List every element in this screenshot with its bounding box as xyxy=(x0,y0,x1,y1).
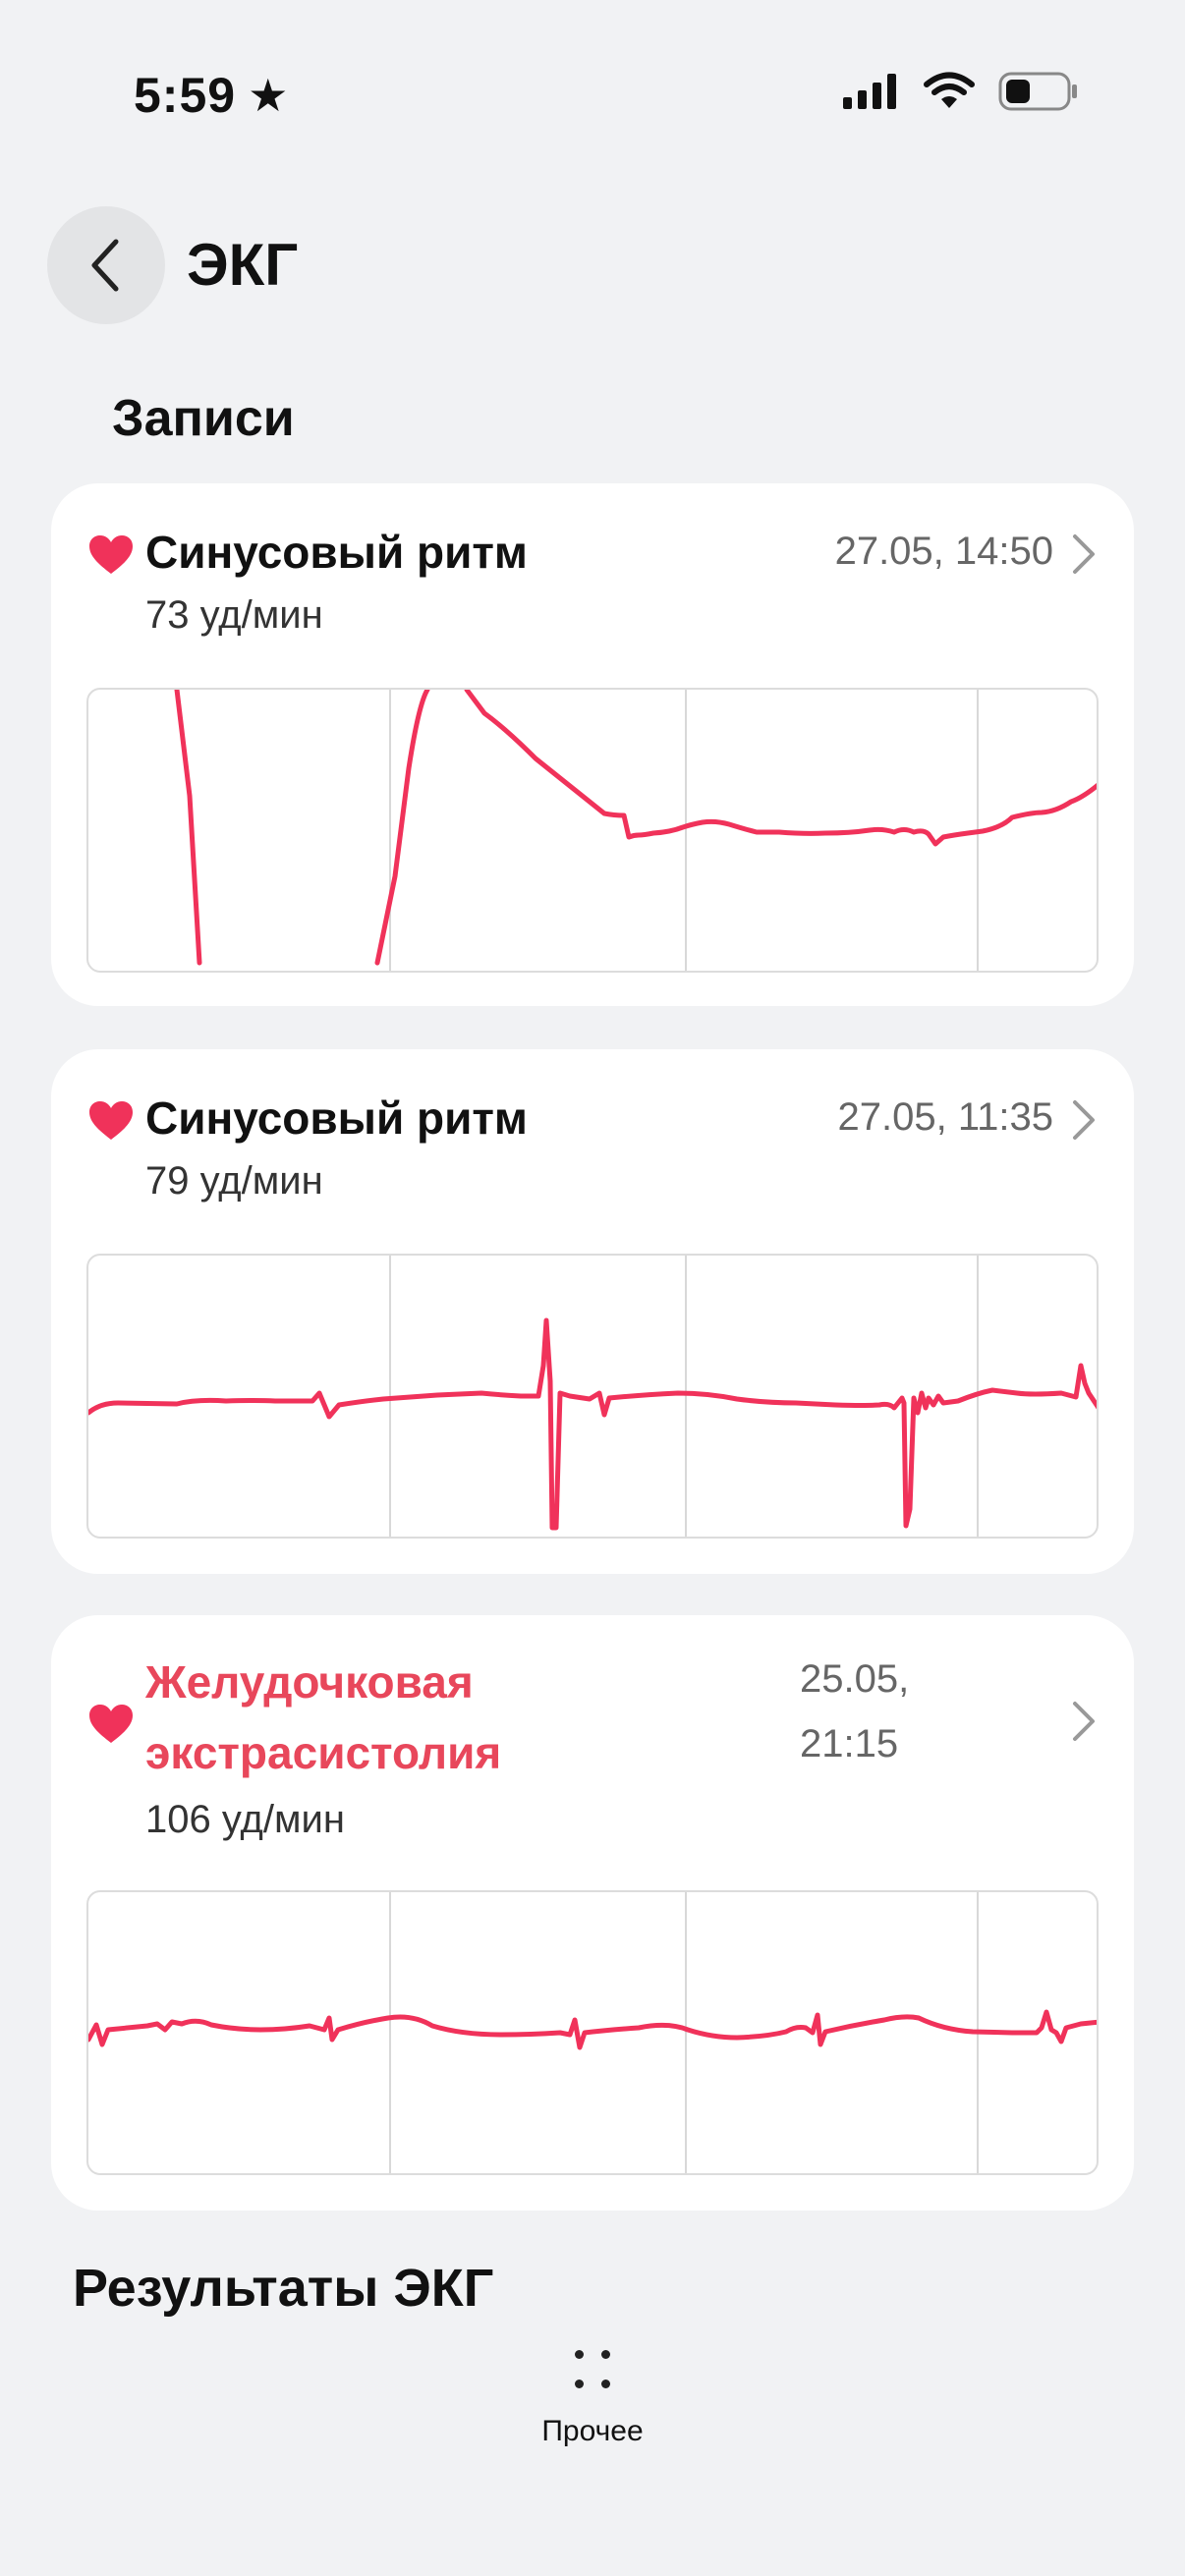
records-section-title: Записи xyxy=(112,390,295,447)
battery-icon xyxy=(998,72,1077,111)
results-section-title: Результаты ЭКГ xyxy=(73,2259,494,2318)
ecg-waveform xyxy=(88,1892,1097,2173)
status-icons xyxy=(841,71,1079,112)
other-button[interactable]: Прочее xyxy=(494,2338,691,2448)
record-status: Синусовый ритм xyxy=(145,527,528,578)
chevron-right-icon xyxy=(1073,1100,1095,1140)
star-icon: ★ xyxy=(248,70,290,121)
record-heart-rate: 79 уд/мин xyxy=(145,1159,323,1203)
chevron-right-icon xyxy=(1073,1702,1095,1741)
signal-icon xyxy=(843,74,896,109)
wifi-icon xyxy=(924,72,975,108)
record-status: Желудочковая экстрасистолия xyxy=(145,1656,502,1778)
status-time: 5:59 ★ xyxy=(134,67,289,124)
ecg-page: 5:59 ★ ЭКГ Записи Синусовый ритм 73 уд/м… xyxy=(0,0,1185,2576)
dots-grid-icon xyxy=(563,2338,622,2397)
record-date: 27.05, 14:50 xyxy=(834,530,1053,573)
back-button[interactable] xyxy=(47,206,165,324)
heart-icon xyxy=(89,1101,133,1140)
chevron-left-icon xyxy=(91,239,119,292)
chevron-right-icon xyxy=(1073,534,1095,574)
ecg-waveform xyxy=(174,690,1097,971)
ecg-record-card-2[interactable]: Синусовый ритм 79 уд/мин 27.05, 11:35 xyxy=(51,1049,1134,1574)
record-status: Синусовый ритм xyxy=(145,1092,528,1144)
heart-icon xyxy=(89,1705,133,1743)
status-bar: 5:59 ★ xyxy=(0,0,1185,196)
page-title: ЭКГ xyxy=(187,232,299,298)
ecg-record-card-3[interactable]: Желудочковая экстрасистолия 106 уд/мин 2… xyxy=(51,1615,1134,2211)
record-heart-rate: 73 уд/мин xyxy=(145,593,323,637)
record-date: 25.05, 21:15 xyxy=(800,1657,910,1765)
ecg-record-card-1[interactable]: Синусовый ритм 73 уд/мин 27.05, 14:50 xyxy=(51,483,1134,1006)
ecg-graph xyxy=(86,688,1099,973)
heart-icon xyxy=(89,535,133,574)
ecg-waveform xyxy=(88,1256,1097,1537)
ecg-graph xyxy=(86,1254,1099,1539)
status-time-text: 5:59 xyxy=(134,68,237,123)
other-label: Прочее xyxy=(541,2415,644,2447)
ecg-graph xyxy=(86,1890,1099,2175)
record-heart-rate: 106 уд/мин xyxy=(145,1798,345,1841)
record-date: 27.05, 11:35 xyxy=(837,1095,1053,1139)
